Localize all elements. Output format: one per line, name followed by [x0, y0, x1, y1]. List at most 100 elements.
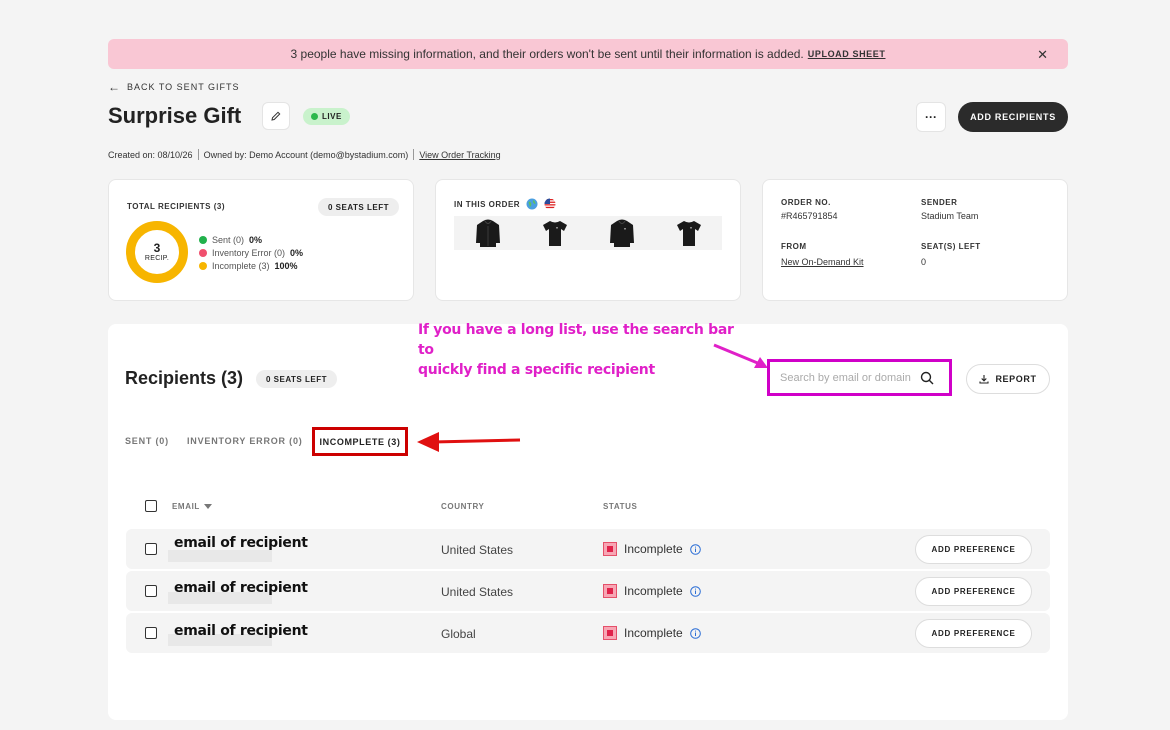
recipient-status: Incomplete [603, 626, 701, 640]
total-recipients-card: TOTAL RECIPIENTS (3) 0 SEATS LEFT 3 RECI… [108, 179, 414, 301]
table-row: email of recipient United States Incompl… [126, 571, 1050, 611]
in-this-order-label: IN THIS ORDER [454, 199, 521, 209]
arrow-left-icon: ← [108, 80, 121, 94]
product-thumb[interactable] [655, 216, 722, 250]
select-all-checkbox[interactable] [145, 500, 157, 512]
add-preference-button[interactable]: ADD PREFERENCE [915, 619, 1032, 648]
recipient-status: Incomplete [603, 542, 701, 556]
divider [197, 149, 199, 160]
live-dot-icon [311, 113, 318, 120]
legend-dot [199, 261, 207, 270]
product-thumb[interactable] [454, 216, 521, 250]
order-items-header: IN THIS ORDER [454, 198, 556, 210]
status-incomplete-icon [603, 584, 617, 598]
from-kit-link[interactable]: New On-Demand Kit [781, 257, 864, 267]
legend-label: Incomplete (3) [212, 260, 270, 271]
sender: Stadium Team [921, 211, 979, 221]
add-preference-button[interactable]: ADD PREFERENCE [915, 577, 1032, 606]
country-column-header: COUNTRY [441, 502, 485, 511]
close-icon[interactable]: ✕ [1037, 47, 1048, 63]
seats-left-label: SEAT(S) LEFT [921, 242, 981, 251]
recipient-country: United States [441, 543, 514, 557]
tshirt-icon [676, 221, 701, 246]
caret-down-icon [203, 503, 212, 509]
table-row: email of recipient United States Incompl… [126, 529, 1050, 569]
missing-info-banner: 3 people have missing information, and t… [108, 39, 1068, 69]
status-badge-label: LIVE [322, 112, 342, 121]
divider [413, 149, 415, 160]
seats-left-value: 0 [921, 257, 927, 267]
annotation-line: quickly find a specific recipient [418, 362, 655, 378]
recipients-seats-left-pill: 0 SEATS LEFT [256, 370, 337, 388]
recipient-country: Global [441, 627, 476, 641]
annotation-arrow-red-icon [417, 432, 521, 452]
add-preference-button[interactable]: ADD PREFERENCE [915, 535, 1032, 564]
recipient-email: email of recipient [174, 623, 308, 639]
tab-inventory-error[interactable]: INVENTORY ERROR (0) [187, 436, 303, 446]
view-order-tracking-link[interactable]: View Order Tracking [419, 150, 500, 160]
created-date: Created on: 08/10/26 [108, 149, 193, 160]
tab-incomplete[interactable]: INCOMPLETE (3) [312, 427, 408, 456]
annotation-arrow-magenta-icon [713, 343, 768, 368]
legend-pct: 0% [249, 234, 263, 245]
product-thumb[interactable] [588, 216, 655, 250]
recipient-status: Incomplete [603, 584, 701, 598]
recipient-email: email of recipient [174, 580, 308, 596]
info-icon[interactable] [689, 543, 701, 555]
order-no-label: ORDER NO. [781, 198, 831, 207]
more-options-button[interactable]: ··· [916, 102, 946, 132]
status-column-header: STATUS [603, 502, 638, 511]
annotation-search-tip: If you have a long list, use the search … [418, 320, 748, 380]
legend-label: Sent (0) [212, 234, 245, 245]
from-label: FROM [781, 242, 807, 251]
globe-icon [526, 198, 538, 210]
status-incomplete-icon [603, 542, 617, 556]
search-input[interactable] [780, 371, 920, 384]
status-legend: Sent (0) 0% Inventory Error (0) 0% Incom… [199, 233, 303, 272]
status-incomplete-icon [603, 626, 617, 640]
product-strip [454, 216, 722, 250]
donut-label: RECIP. [144, 255, 170, 262]
row-checkbox[interactable] [145, 543, 157, 555]
email-column-label: EMAIL [172, 502, 200, 511]
edit-title-button[interactable] [262, 102, 290, 130]
banner-message: 3 people have missing information, and t… [290, 47, 804, 61]
recipients-title: Recipients (3) [125, 368, 244, 388]
back-label: BACK TO SENT GIFTS [127, 82, 240, 92]
email-column-header[interactable]: EMAIL [172, 502, 212, 511]
tshirt-icon [542, 221, 567, 246]
row-checkbox[interactable] [145, 585, 157, 597]
info-icon[interactable] [689, 585, 701, 597]
legend-label: Inventory Error (0) [212, 247, 286, 258]
legend-dot [199, 248, 207, 257]
search-icon[interactable] [920, 371, 934, 385]
annotation-line: If you have a long list, use the search … [418, 322, 734, 358]
status-label: Incomplete [624, 626, 683, 640]
recipient-country: United States [441, 585, 514, 599]
add-recipients-button[interactable]: ADD RECIPIENTS [958, 102, 1068, 132]
total-recipients-label: TOTAL RECIPIENTS (3) [127, 202, 226, 211]
back-to-sent-gifts-link[interactable]: ← BACK TO SENT GIFTS [108, 80, 240, 94]
order-info-card: ORDER NO. #R465791854 SENDER Stadium Tea… [762, 179, 1068, 301]
email-redaction [168, 550, 272, 562]
upload-sheet-link[interactable]: UPLOAD SHEET [808, 49, 886, 59]
status-label: Incomplete [624, 584, 683, 598]
order-no: #R465791854 [781, 211, 838, 221]
legend-item-sent: Sent (0) 0% [199, 233, 303, 246]
product-thumb[interactable] [521, 216, 588, 250]
legend-dot [199, 235, 207, 244]
info-icon[interactable] [689, 627, 701, 639]
tab-sent[interactable]: SENT (0) [125, 436, 169, 446]
donut-count: 3 [153, 241, 161, 255]
row-checkbox[interactable] [145, 627, 157, 639]
legend-pct: 0% [290, 247, 304, 258]
us-flag-icon [544, 198, 556, 210]
pencil-icon [271, 111, 281, 121]
sender-label: SENDER [921, 198, 958, 207]
order-items-card: IN THIS ORDER [435, 179, 741, 301]
download-icon [979, 375, 989, 384]
status-label: Incomplete [624, 542, 683, 556]
recipient-email: email of recipient [174, 535, 308, 551]
recipient-search[interactable] [767, 359, 952, 396]
report-button[interactable]: REPORT [966, 364, 1050, 394]
